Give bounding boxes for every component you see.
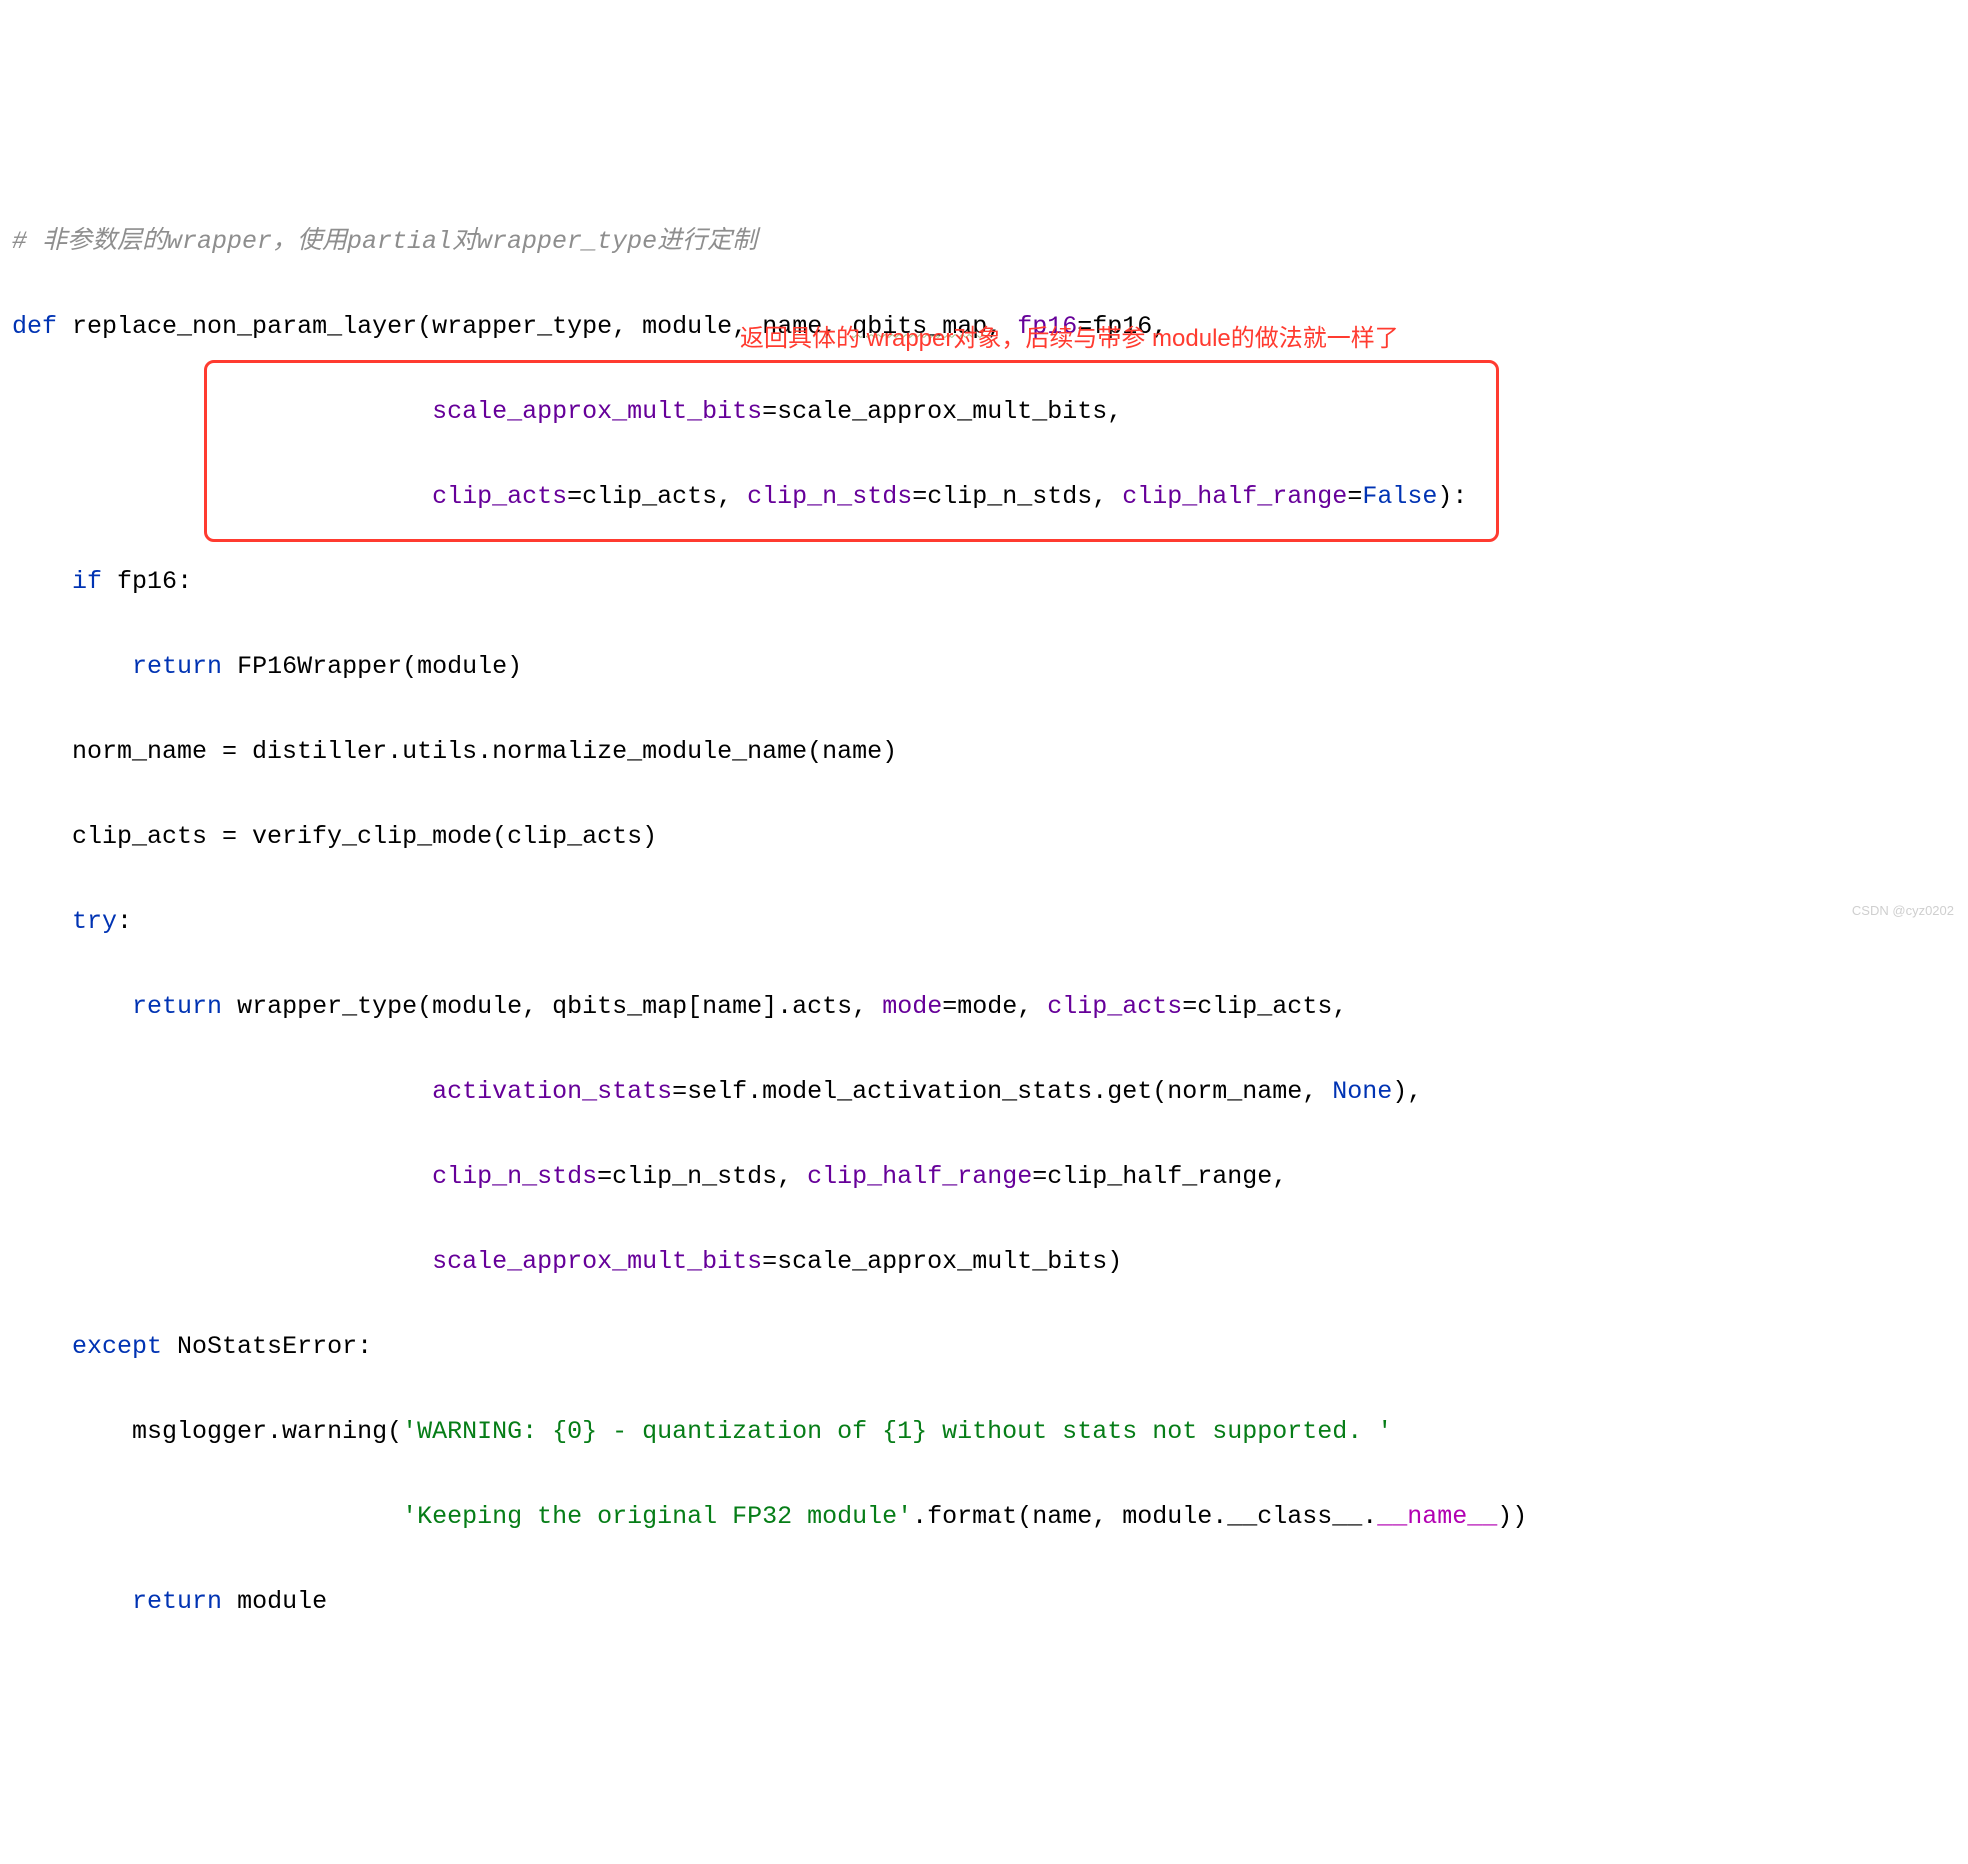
watermark: CSDN @cyz0202 xyxy=(1852,900,1954,922)
code-line-return-fp16: return FP16Wrapper(module) xyxy=(12,646,1956,689)
code-line-norm: norm_name = distiller.utils.normalize_mo… xyxy=(12,731,1956,774)
code-line-try: try: xyxy=(12,901,1956,944)
code-line-warn2: 'Keeping the original FP32 module'.forma… xyxy=(12,1496,1956,1539)
annotation-text: 返回具体的 wrapper对象，后续与带参 module的做法就一样了 xyxy=(740,319,1399,360)
code-line-return-wrapper: return wrapper_type(module, qbits_map[na… xyxy=(12,986,1956,1029)
code-line-kwarg-as: activation_stats=self.model_activation_s… xyxy=(12,1071,1956,1114)
code-line-except: except NoStatsError: xyxy=(12,1326,1956,1369)
code-line-if: if fp16: xyxy=(12,561,1956,604)
code-line-return-module: return module xyxy=(12,1581,1956,1624)
code-line-clip: clip_acts = verify_clip_mode(clip_acts) xyxy=(12,816,1956,859)
code-line-def-cont2: clip_acts=clip_acts, clip_n_stds=clip_n_… xyxy=(12,476,1956,519)
comment-text: # 非参数层的wrapper，使用partial对wrapper_type进行定… xyxy=(12,227,757,256)
code-line-def-cont: scale_approx_mult_bits=scale_approx_mult… xyxy=(12,391,1956,434)
code-line-comment: # 非参数层的wrapper，使用partial对wrapper_type进行定… xyxy=(12,221,1956,264)
code-line-warn: msglogger.warning('WARNING: {0} - quanti… xyxy=(12,1411,1956,1454)
code-editor: # 非参数层的wrapper，使用partial对wrapper_type进行定… xyxy=(0,170,1968,1674)
code-line-kwarg-samb: scale_approx_mult_bits=scale_approx_mult… xyxy=(12,1241,1956,1284)
code-line-kwarg-cns: clip_n_stds=clip_n_stds, clip_half_range… xyxy=(12,1156,1956,1199)
